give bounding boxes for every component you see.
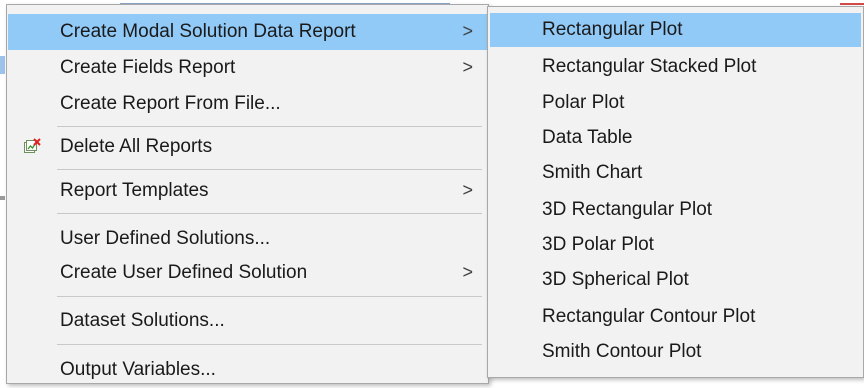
background-tree-line	[0, 196, 5, 200]
submenu-item-label: Rectangular Plot	[542, 19, 683, 40]
submenu-item-label: 3D Spherical Plot	[542, 269, 689, 290]
submenu-item-label: Smith Chart	[542, 162, 643, 183]
submenu-item-rectangular-contour-plot[interactable]: Rectangular Contour Plot	[490, 300, 861, 334]
submenu-item-label: Rectangular Contour Plot	[542, 306, 756, 327]
menu-separator	[57, 296, 482, 297]
menu-separator	[57, 169, 482, 170]
menu-item-report-templates[interactable]: Report Templates >	[8, 173, 487, 209]
menu-item-label: Dataset Solutions...	[60, 310, 225, 331]
submenu-item-rectangular-stacked-plot[interactable]: Rectangular Stacked Plot	[490, 50, 861, 84]
chevron-right-icon: >	[462, 57, 473, 78]
menu-item-label: Create Report From File...	[60, 93, 281, 114]
submenu-item-data-table[interactable]: Data Table	[490, 121, 861, 155]
menu-item-label: Create Modal Solution Data Report	[60, 21, 356, 42]
submenu-item-rectangular-plot[interactable]: Rectangular Plot	[490, 13, 861, 47]
submenu-create-modal-solution-data-report: Rectangular Plot Rectangular Stacked Plo…	[487, 6, 864, 378]
menu-separator	[57, 213, 482, 214]
context-menu: Create Modal Solution Data Report > Crea…	[6, 4, 489, 384]
menu-item-create-user-defined-solution[interactable]: Create User Defined Solution >	[8, 255, 487, 291]
menu-item-create-fields-report[interactable]: Create Fields Report >	[8, 50, 487, 86]
submenu-item-smith-contour-plot[interactable]: Smith Contour Plot	[490, 335, 861, 369]
menu-item-dataset-solutions[interactable]: Dataset Solutions...	[8, 303, 487, 339]
menu-item-label: User Defined Solutions...	[60, 228, 271, 249]
menu-item-label: Delete All Reports	[60, 136, 213, 157]
menu-item-output-variables[interactable]: Output Variables...	[8, 352, 487, 388]
menu-item-label: Output Variables...	[60, 359, 216, 380]
menu-item-user-defined-solutions[interactable]: User Defined Solutions...	[8, 221, 487, 257]
background-tree-selection	[0, 56, 5, 74]
submenu-item-label: Smith Contour Plot	[542, 341, 702, 362]
menu-item-create-report-from-file[interactable]: Create Report From File...	[8, 86, 487, 122]
chevron-right-icon: >	[462, 21, 473, 42]
submenu-item-label: 3D Rectangular Plot	[542, 199, 713, 220]
submenu-item-label: Rectangular Stacked Plot	[542, 56, 757, 77]
background-line-red	[840, 3, 864, 5]
submenu-item-3d-spherical-plot[interactable]: 3D Spherical Plot	[490, 263, 861, 297]
menu-item-label: Create Fields Report	[60, 57, 236, 78]
menu-separator	[57, 344, 482, 345]
submenu-item-polar-plot[interactable]: Polar Plot	[490, 86, 861, 120]
submenu-item-3d-rectangular-plot[interactable]: 3D Rectangular Plot	[490, 193, 861, 227]
menu-separator	[57, 126, 482, 127]
menu-item-label: Report Templates	[60, 180, 209, 201]
chevron-right-icon: >	[462, 180, 473, 201]
menu-item-label: Create User Defined Solution	[60, 262, 308, 283]
menu-item-create-modal-solution-data-report[interactable]: Create Modal Solution Data Report >	[8, 14, 487, 50]
chevron-right-icon: >	[462, 262, 473, 283]
delete-reports-icon	[23, 138, 41, 156]
submenu-item-label: Polar Plot	[542, 92, 625, 113]
submenu-item-3d-polar-plot[interactable]: 3D Polar Plot	[490, 228, 861, 262]
submenu-item-label: 3D Polar Plot	[542, 234, 654, 255]
submenu-item-smith-chart[interactable]: Smith Chart	[490, 156, 861, 190]
menu-item-delete-all-reports[interactable]: Delete All Reports	[8, 129, 487, 165]
submenu-item-label: Data Table	[542, 127, 633, 148]
